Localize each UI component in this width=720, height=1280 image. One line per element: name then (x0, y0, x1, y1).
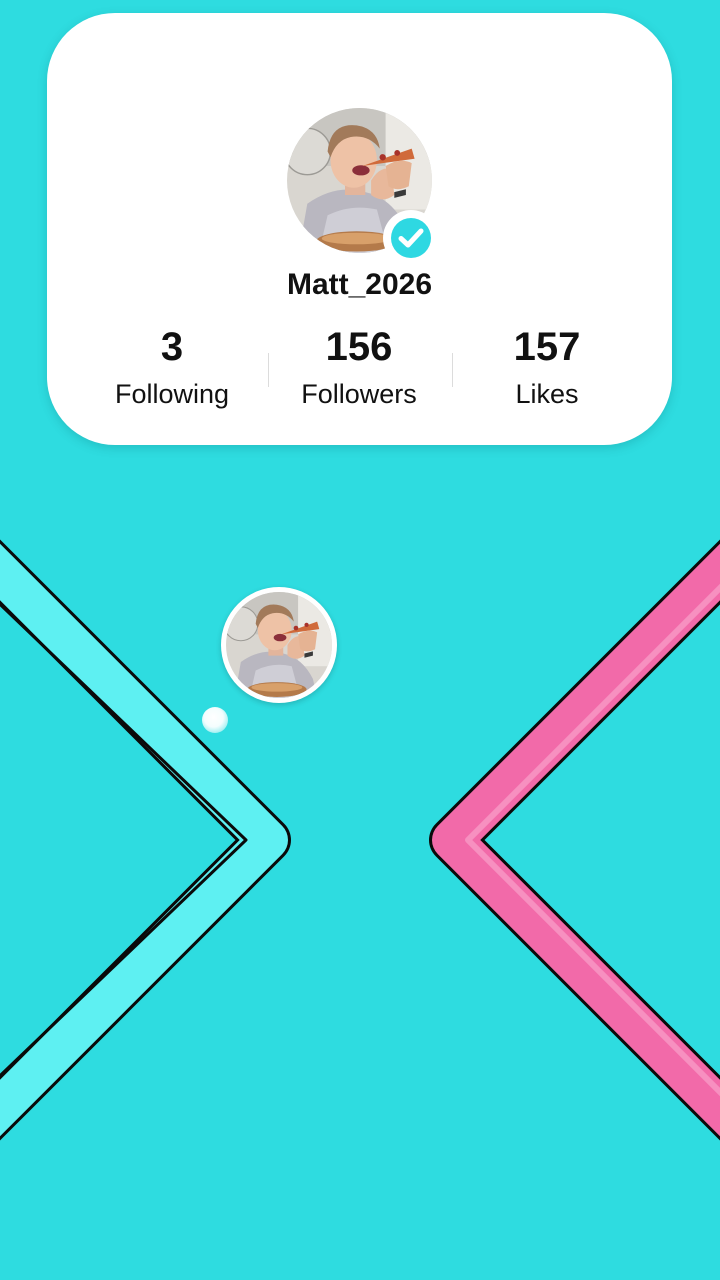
followers-label: Followers (301, 379, 417, 409)
stat-followers[interactable]: 156 Followers (259, 325, 459, 411)
player-avatar-ball (221, 587, 337, 703)
followers-count: 156 (325, 325, 393, 369)
following-count: 3 (160, 325, 184, 369)
likes-count: 157 (513, 325, 581, 369)
following-label: Following (114, 379, 230, 409)
left-wall-inner-line (0, 602, 248, 1078)
profile-card: Matt_2026 3 Following 156 Followers 157 … (47, 13, 672, 445)
stat-likes[interactable]: 157 Likes (447, 325, 647, 411)
profile-username: Matt_2026 (286, 268, 433, 301)
ball-trail-dot (202, 707, 228, 733)
player-avatar-photo (226, 592, 332, 698)
stat-following[interactable]: 3 Following (72, 325, 272, 411)
game-screen: Matt_2026 3 Following 156 Followers 157 … (0, 0, 720, 1280)
verified-check-icon (383, 210, 439, 266)
likes-label: Likes (515, 379, 579, 409)
